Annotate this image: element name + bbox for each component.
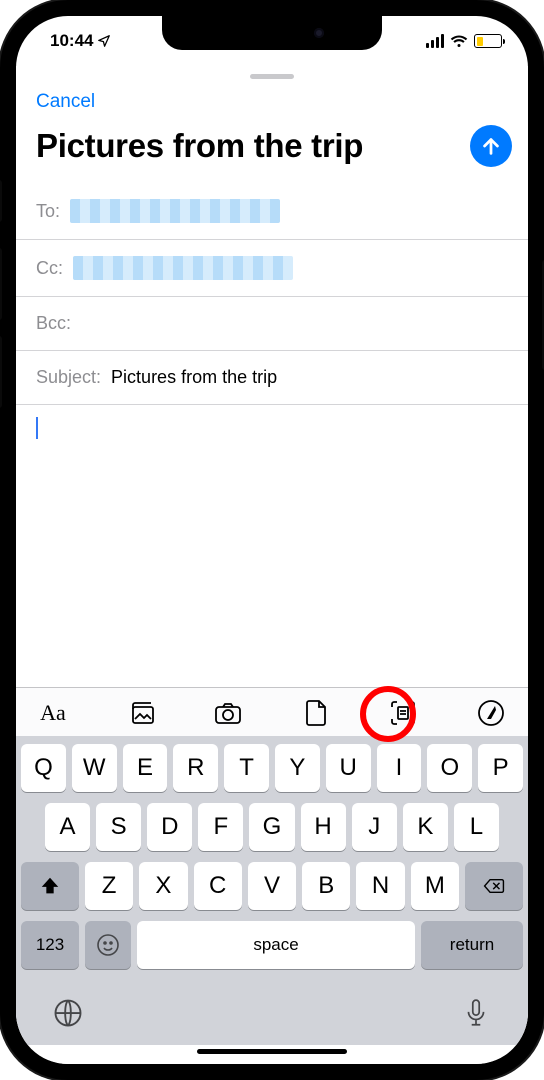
arrow-up-icon bbox=[480, 135, 502, 157]
key-z[interactable]: Z bbox=[85, 862, 133, 910]
key-j[interactable]: J bbox=[352, 803, 397, 851]
send-button[interactable] bbox=[470, 125, 512, 167]
key-l[interactable]: L bbox=[454, 803, 499, 851]
compose-title: Pictures from the trip bbox=[36, 126, 462, 166]
photo-library-button[interactable] bbox=[126, 698, 156, 728]
key-h[interactable]: H bbox=[301, 803, 346, 851]
key-q[interactable]: Q bbox=[21, 744, 66, 792]
camera-button[interactable] bbox=[213, 698, 243, 728]
cellular-signal-icon bbox=[426, 34, 444, 48]
emoji-key[interactable] bbox=[85, 921, 131, 969]
subject-value: Pictures from the trip bbox=[111, 367, 508, 388]
to-value-redacted bbox=[70, 199, 280, 223]
shift-icon bbox=[39, 875, 61, 897]
keyboard-row-1: QWERTYUIOP bbox=[21, 744, 523, 792]
home-indicator[interactable] bbox=[197, 1049, 347, 1054]
key-v[interactable]: V bbox=[248, 862, 296, 910]
dictation-key[interactable] bbox=[461, 998, 491, 1031]
keyboard-row-3: ZXCVBNM bbox=[21, 862, 523, 910]
key-i[interactable]: I bbox=[377, 744, 422, 792]
scan-document-button[interactable] bbox=[388, 698, 418, 728]
key-b[interactable]: B bbox=[302, 862, 350, 910]
subject-field[interactable]: Subject: Pictures from the trip bbox=[16, 351, 528, 405]
status-time: 10:44 bbox=[50, 31, 93, 51]
battery-icon bbox=[474, 34, 502, 48]
key-u[interactable]: U bbox=[326, 744, 371, 792]
wifi-icon bbox=[450, 34, 468, 48]
key-y[interactable]: Y bbox=[275, 744, 320, 792]
key-p[interactable]: P bbox=[478, 744, 523, 792]
cc-value-redacted bbox=[73, 256, 293, 280]
document-icon bbox=[302, 699, 330, 727]
attach-file-button[interactable] bbox=[301, 698, 331, 728]
globe-icon bbox=[53, 998, 83, 1028]
key-o[interactable]: O bbox=[427, 744, 472, 792]
key-g[interactable]: G bbox=[249, 803, 294, 851]
markup-icon bbox=[477, 699, 505, 727]
return-key[interactable]: return bbox=[421, 921, 523, 969]
bcc-field[interactable]: Bcc: bbox=[16, 297, 528, 351]
numbers-key[interactable]: 123 bbox=[21, 921, 79, 969]
keyboard: QWERTYUIOP ASDFGHJKL ZXCVBNM 123 bbox=[16, 736, 528, 1045]
key-x[interactable]: X bbox=[139, 862, 187, 910]
key-w[interactable]: W bbox=[72, 744, 117, 792]
key-s[interactable]: S bbox=[96, 803, 141, 851]
emoji-icon bbox=[96, 933, 120, 957]
key-m[interactable]: M bbox=[411, 862, 459, 910]
to-label: To: bbox=[36, 201, 60, 222]
subject-label: Subject: bbox=[36, 367, 101, 388]
delete-key[interactable] bbox=[465, 862, 523, 910]
key-f[interactable]: F bbox=[198, 803, 243, 851]
device-notch bbox=[162, 16, 382, 50]
key-t[interactable]: T bbox=[224, 744, 269, 792]
bcc-label: Bcc: bbox=[36, 313, 71, 334]
keyboard-row-2: ASDFGHJKL bbox=[21, 803, 523, 851]
text-cursor bbox=[36, 417, 38, 439]
space-key[interactable]: space bbox=[137, 921, 415, 969]
markup-button[interactable] bbox=[476, 698, 506, 728]
photos-icon bbox=[127, 699, 155, 727]
mic-icon bbox=[461, 998, 491, 1028]
backspace-icon bbox=[483, 875, 505, 897]
key-n[interactable]: N bbox=[356, 862, 404, 910]
cancel-button[interactable]: Cancel bbox=[36, 91, 95, 113]
key-e[interactable]: E bbox=[123, 744, 168, 792]
key-d[interactable]: D bbox=[147, 803, 192, 851]
key-c[interactable]: C bbox=[194, 862, 242, 910]
message-body[interactable] bbox=[16, 405, 528, 687]
to-field[interactable]: To: bbox=[16, 183, 528, 240]
cc-label: Cc: bbox=[36, 258, 63, 279]
shift-key[interactable] bbox=[21, 862, 79, 910]
format-text-button[interactable]: Aa bbox=[38, 698, 68, 728]
globe-key[interactable] bbox=[53, 998, 83, 1031]
key-k[interactable]: K bbox=[403, 803, 448, 851]
key-r[interactable]: R bbox=[173, 744, 218, 792]
cc-field[interactable]: Cc: bbox=[16, 240, 528, 297]
keyboard-toolbar: Aa bbox=[16, 687, 528, 736]
scan-icon bbox=[389, 699, 417, 727]
location-icon bbox=[97, 34, 111, 48]
camera-icon bbox=[214, 699, 242, 727]
key-a[interactable]: A bbox=[45, 803, 90, 851]
